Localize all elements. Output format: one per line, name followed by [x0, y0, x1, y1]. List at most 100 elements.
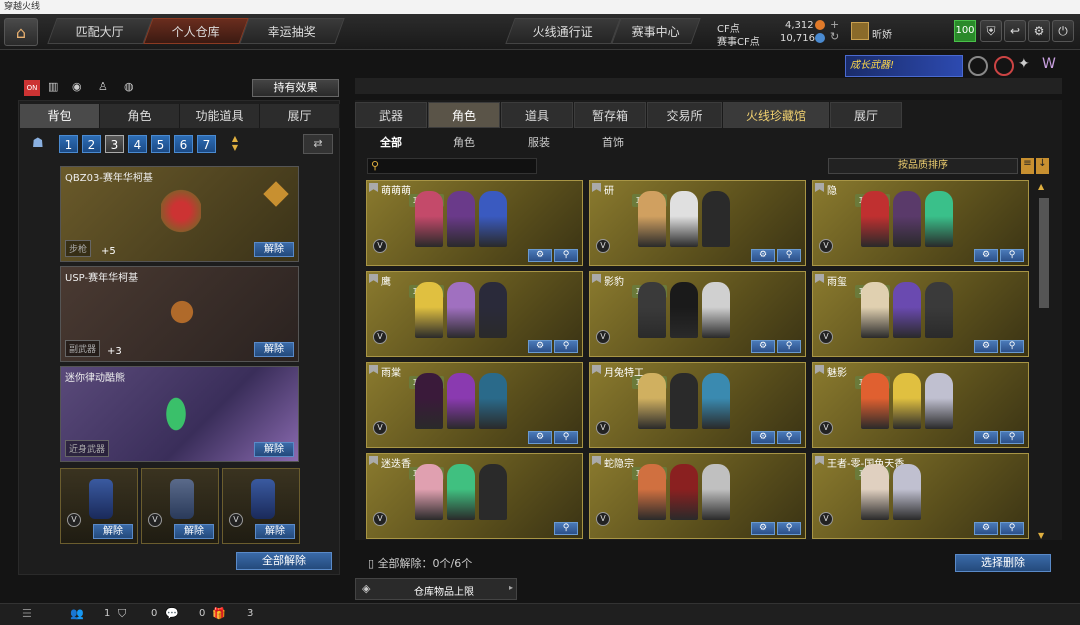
page-6[interactable]: 6 — [174, 135, 193, 153]
bookmark-icon[interactable] — [592, 183, 601, 192]
back-icon[interactable]: ↩ — [1004, 20, 1026, 42]
configure-icon[interactable]: ⚙ — [528, 249, 552, 262]
subtab-all[interactable]: 全部 — [380, 134, 402, 150]
refresh-icon[interactable]: ↻ — [830, 30, 839, 43]
gift-icon[interactable]: 🎁 — [212, 607, 226, 620]
preview-icon[interactable]: ⚲ — [554, 249, 578, 262]
bookmark-icon[interactable] — [815, 456, 824, 465]
page-2[interactable]: 2 — [82, 135, 101, 153]
preview-icon[interactable]: ⚲ — [1000, 340, 1024, 353]
configure-icon[interactable]: ⚙ — [974, 249, 998, 262]
item-card[interactable]: 萌萌萌功能型V⚲⚙ — [366, 180, 583, 266]
preview-icon[interactable]: ⚲ — [777, 249, 801, 262]
unequip-all-button[interactable]: 全部解除 — [236, 552, 332, 570]
configure-icon[interactable]: ⚙ — [751, 431, 775, 444]
scroll-up-icon[interactable]: ▲ — [1038, 182, 1044, 191]
shield-small-icon[interactable]: ⛉ — [118, 607, 126, 621]
sort-dropdown[interactable]: 按品质排序 — [828, 158, 1018, 174]
item-card[interactable]: 王者-零-国色天香功能型V⚲⚙ — [812, 453, 1029, 539]
tab-personal-storage[interactable]: 个人仓库 — [143, 18, 249, 44]
subtab-character[interactable]: 角色 — [453, 134, 475, 150]
right-tab-exchange[interactable]: 交易所 — [647, 102, 722, 128]
wolf-icon[interactable]: ✦ — [1018, 56, 1038, 76]
item-card[interactable]: 魅影功能型V⚲⚙ — [812, 362, 1029, 448]
item-card[interactable]: 研功能型V⚲⚙ — [589, 180, 806, 266]
bookmark-icon[interactable] — [815, 365, 824, 374]
subtab-outfit[interactable]: 服装 — [528, 134, 550, 150]
left-tab-character[interactable]: 角色 — [100, 104, 180, 128]
gear-icon[interactable]: ⚙ — [1028, 20, 1050, 42]
preview-icon[interactable]: ⚲ — [554, 522, 578, 535]
item-card[interactable]: 蛇隐宗功能型V⚲⚙ — [589, 453, 806, 539]
preview-icon[interactable]: ⚲ — [777, 431, 801, 444]
holding-effect-button[interactable]: 持有效果 — [252, 79, 339, 97]
preview-icon[interactable]: ⚲ — [1000, 431, 1024, 444]
swap-icon[interactable]: ⇄ — [303, 134, 333, 154]
tab-lucky-draw[interactable]: 幸运抽奖 — [239, 18, 345, 44]
small-equip-card-3[interactable]: V 解除 — [222, 468, 300, 544]
scroll-down-icon[interactable]: ▼ — [1038, 531, 1044, 540]
list-view-icon[interactable]: ≡ — [1021, 158, 1034, 174]
search-input[interactable]: ⚲ — [367, 158, 537, 174]
character-icon[interactable]: ♙ — [98, 80, 114, 96]
right-tab-temp-box[interactable]: 暂存箱 — [574, 102, 646, 128]
preset-icon[interactable]: ☗ — [32, 136, 48, 152]
item-card[interactable]: 隐功能型V⚲⚙ — [812, 180, 1029, 266]
friends-icon[interactable]: 👥 — [70, 607, 84, 620]
item-card[interactable]: 月兔特工功能型V⚲⚙ — [589, 362, 806, 448]
on-toggle-icon[interactable]: ON — [24, 80, 40, 96]
sort-direction-icon[interactable]: ↓ — [1036, 158, 1049, 174]
unequip-button[interactable]: 解除 — [93, 524, 133, 539]
configure-icon[interactable]: ⚙ — [974, 522, 998, 535]
bookmark-icon[interactable] — [369, 183, 378, 192]
bookmark-icon[interactable] — [369, 365, 378, 374]
w-logo-icon[interactable]: W — [1042, 56, 1062, 76]
avatar[interactable] — [851, 22, 869, 40]
preview-icon[interactable]: ⚲ — [554, 340, 578, 353]
bookmark-icon[interactable] — [369, 456, 378, 465]
home-button[interactable]: ⌂ — [4, 18, 38, 46]
page-1[interactable]: 1 — [59, 135, 78, 153]
small-equip-card-2[interactable]: V 解除 — [141, 468, 219, 544]
left-tab-showroom[interactable]: 展厅 — [260, 104, 340, 128]
equip-card-secondary[interactable]: USP-赛年华柯基 副武器 +3 解除 — [60, 266, 299, 362]
shield-icon[interactable]: ⛨ — [980, 20, 1002, 42]
subtab-accessory[interactable]: 首饰 — [602, 134, 624, 150]
preview-icon[interactable]: ⚲ — [777, 340, 801, 353]
configure-icon[interactable]: ⚙ — [528, 431, 552, 444]
page-7[interactable]: 7 — [197, 135, 216, 153]
menu-icon[interactable]: ☰ — [22, 607, 32, 620]
storage-limit-bar[interactable]: ◈ 仓库物品上限 ▸ — [355, 578, 517, 600]
emblem-icon[interactable] — [968, 56, 988, 76]
tab-battle-pass[interactable]: 火线通行证 — [505, 18, 621, 44]
configure-icon[interactable]: ⚙ — [974, 431, 998, 444]
select-delete-button[interactable]: 选择删除 — [955, 554, 1051, 572]
item-card[interactable]: 影豹功能型V⚲⚙ — [589, 271, 806, 357]
right-tab-weapons[interactable]: 武器 — [355, 102, 427, 128]
configure-icon[interactable]: ⚙ — [751, 522, 775, 535]
eye-icon[interactable]: ◉ — [72, 80, 88, 96]
unequip-button[interactable]: 解除 — [254, 242, 294, 257]
item-card[interactable]: 雨玺功能型V⚲⚙ — [812, 271, 1029, 357]
right-tab-items[interactable]: 道具 — [501, 102, 573, 128]
page-5[interactable]: 5 — [151, 135, 170, 153]
chat-icon[interactable]: 💬 — [165, 607, 179, 620]
page-up-down-icon[interactable]: ▲ ▼ — [228, 134, 242, 154]
preview-icon[interactable]: ⚲ — [1000, 522, 1024, 535]
configure-icon[interactable]: ⚙ — [751, 340, 775, 353]
item-card[interactable]: 迷迭香功能型V⚲ — [366, 453, 583, 539]
bookmark-icon[interactable] — [592, 456, 601, 465]
target-icon[interactable] — [994, 56, 1014, 76]
bookmark-icon[interactable] — [815, 274, 824, 283]
bookmark-icon[interactable] — [592, 365, 601, 374]
unequip-button[interactable]: 解除 — [174, 524, 214, 539]
page-4[interactable]: 4 — [128, 135, 147, 153]
preview-icon[interactable]: ⚲ — [777, 522, 801, 535]
preview-icon[interactable]: ⚲ — [554, 431, 578, 444]
item-card[interactable]: 雨棠功能型V⚲⚙ — [366, 362, 583, 448]
tab-event-center[interactable]: 赛事中心 — [611, 18, 701, 44]
right-tab-characters[interactable]: 角色 — [428, 102, 500, 128]
bookmark-icon[interactable] — [369, 274, 378, 283]
equip-card-primary[interactable]: QBZ03-赛年华柯基 步枪 +5 解除 — [60, 166, 299, 262]
bookmark-icon[interactable] — [815, 183, 824, 192]
